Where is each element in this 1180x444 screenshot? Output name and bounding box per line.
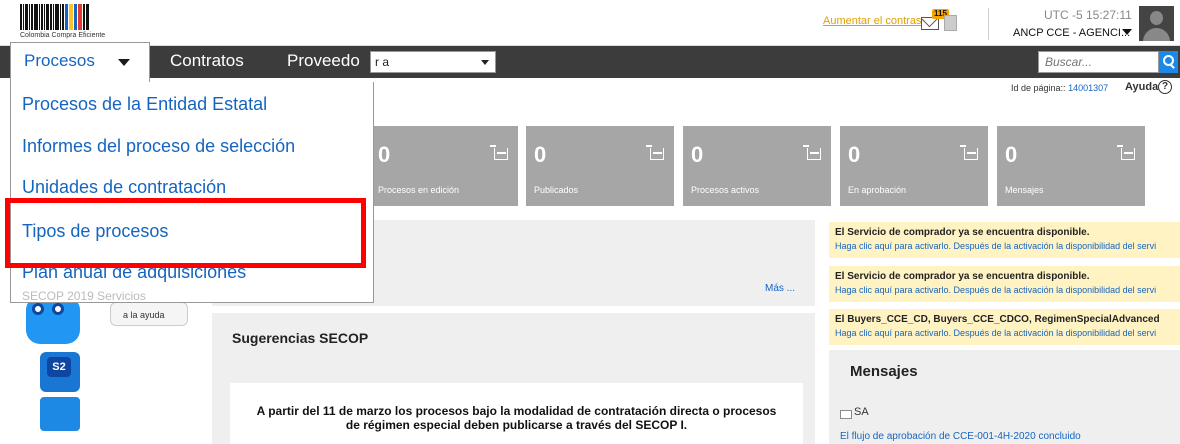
bot-eye-icon <box>52 303 64 315</box>
tab-proveedores[interactable]: Proveedo <box>287 51 360 71</box>
chevron-down-icon <box>481 60 489 65</box>
menu-item-unidades-contratacion[interactable]: Unidades de contratación <box>22 177 226 198</box>
bot-s2-badge: S2 <box>47 357 71 377</box>
suggestions-title: Sugerencias SECOP <box>232 330 369 346</box>
tile-en-aprobacion[interactable]: 0 En aprobación <box>840 126 988 206</box>
notice-banner[interactable]: El Servicio de comprador ya se encuentra… <box>829 266 1180 302</box>
message-sender: SA <box>854 406 869 418</box>
more-link[interactable]: Más ... <box>765 283 795 294</box>
cart-icon <box>646 145 664 160</box>
tile-label: Publicados <box>534 185 579 195</box>
user-caret-icon[interactable] <box>1122 29 1132 35</box>
highlight-box <box>5 198 366 268</box>
top-header <box>0 0 1180 46</box>
avatar-shoulders-shape <box>1143 28 1170 41</box>
tile-label: En aprobación <box>848 185 907 195</box>
cart-icon <box>1117 145 1135 160</box>
nav-select-value: r a <box>375 55 390 69</box>
document-icon[interactable] <box>944 15 957 31</box>
envelope-icon <box>840 410 852 419</box>
tile-mensajes[interactable]: 0 Mensajes <box>997 126 1145 206</box>
tile-label: Mensajes <box>1005 185 1044 195</box>
tile-publicados[interactable]: 0 Publicados <box>526 126 674 206</box>
avatar[interactable] <box>1139 6 1174 41</box>
page-id: Id de página:: 14001307 <box>1011 83 1108 93</box>
notice-activate-link[interactable]: Haga clic aquí para activarlo. Después d… <box>835 241 1156 251</box>
tile-label: Procesos activos <box>691 185 760 195</box>
avatar-head-shape <box>1150 11 1163 25</box>
nav-select[interactable]: r a <box>370 51 496 73</box>
help-bot-base <box>40 397 80 431</box>
help-icon[interactable]: ? <box>1158 80 1172 94</box>
tab-procesos-label: Procesos <box>24 51 95 70</box>
notice-title: El Servicio de comprador ya se encuentra… <box>835 227 1090 238</box>
notice-banner[interactable]: El Buyers_CCE_CD, Buyers_CCE_CDCO, Regim… <box>829 309 1180 345</box>
suggestion-text: A partir del 11 de marzo los procesos ba… <box>256 404 777 432</box>
timezone-clock: UTC -5 15:27:11 <box>1044 8 1132 22</box>
tile-procesos-activos[interactable]: 0 Procesos activos <box>683 126 831 206</box>
barcode-graphic <box>20 4 120 30</box>
page-id-value: 14001307 <box>1068 83 1109 93</box>
notice-title: El Servicio de comprador ya se encuentra… <box>835 271 1090 282</box>
cart-icon <box>490 145 508 160</box>
tile-count: 0 <box>534 142 547 167</box>
search-input[interactable] <box>1038 51 1159 73</box>
tile-count: 0 <box>1005 142 1018 167</box>
tile-label: Procesos en edición <box>378 185 460 195</box>
cart-icon <box>803 145 821 160</box>
tile-count: 0 <box>378 142 391 167</box>
tile-procesos-en-edicion[interactable]: 0 Procesos en edición <box>370 126 518 206</box>
page-id-label: Id de página:: <box>1011 83 1066 93</box>
tile-count: 0 <box>848 142 861 167</box>
help-bubble[interactable]: a la ayuda <box>110 302 188 326</box>
cart-icon <box>960 145 978 160</box>
notice-activate-link[interactable]: Haga clic aquí para activarlo. Después d… <box>835 285 1156 295</box>
contrast-link[interactable]: Aumentar el contraste <box>823 15 931 27</box>
menu-item-clipped: SECOP 2019 Servicios <box>22 289 146 303</box>
notice-title: El Buyers_CCE_CD, Buyers_CCE_CDCO, Regim… <box>835 314 1160 325</box>
help-link[interactable]: Ayuda <box>1125 81 1158 93</box>
message-link[interactable]: El flujo de aprobación de CCE-001-4H-202… <box>840 431 1081 442</box>
tile-count: 0 <box>691 142 704 167</box>
notice-activate-link[interactable]: Haga clic aquí para activarlo. Después d… <box>835 328 1156 338</box>
header-divider <box>988 8 989 40</box>
colombia-compra-logo[interactable]: Colombia Compra Eficiente <box>20 4 120 40</box>
menu-item-procesos-entidad[interactable]: Procesos de la Entidad Estatal <box>22 94 267 115</box>
logo-text: Colombia Compra Eficiente <box>20 32 106 39</box>
bot-eye-icon <box>32 303 44 315</box>
search-icon[interactable] <box>1159 51 1178 73</box>
tab-contratos[interactable]: Contratos <box>170 51 244 71</box>
notice-banner[interactable]: El Servicio de comprador ya se encuentra… <box>829 222 1180 258</box>
user-name-dropdown[interactable]: ANCP CCE - AGENCI... <box>1013 27 1130 39</box>
messages-title: Mensajes <box>850 363 918 380</box>
menu-item-informes-proceso[interactable]: Informes del proceso de selección <box>22 136 295 157</box>
chevron-down-icon <box>118 59 130 66</box>
